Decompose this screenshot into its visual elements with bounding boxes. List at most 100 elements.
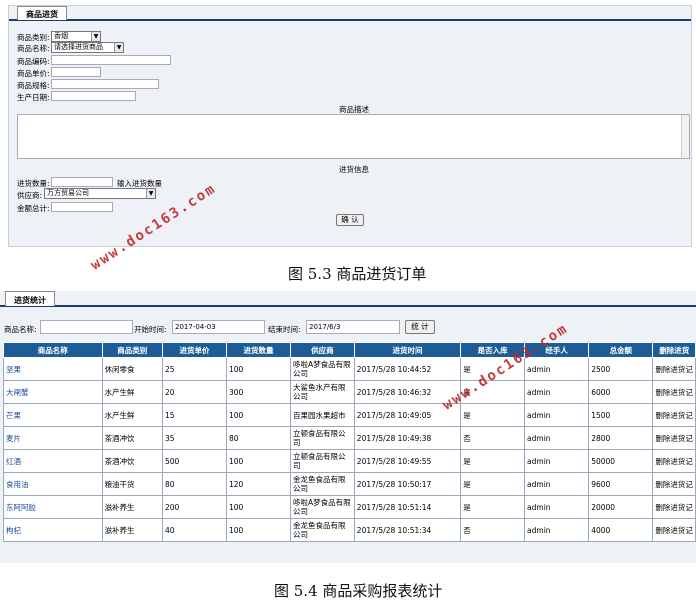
- total-input[interactable]: [51, 202, 113, 212]
- table-cell: 百果园水果超市: [289, 403, 355, 427]
- table-cell: 20000: [588, 495, 654, 519]
- table-row: 红酒 茶酒冲饮 500 100 立顿食品有限公司 2017/5/28 10:49:55 是 a…: [3, 449, 696, 473]
- table-cell: 水产生鲜: [101, 403, 163, 427]
- table-cell: 2800: [588, 426, 654, 450]
- delete-record-link[interactable]: 删除进货记: [652, 403, 696, 427]
- chevron-down-icon: ▼: [91, 32, 100, 41]
- category-label: 商品类别:: [17, 33, 50, 42]
- date-input[interactable]: [51, 91, 136, 101]
- code-input[interactable]: [51, 55, 171, 65]
- table-cell: admin: [524, 380, 590, 404]
- table-row: 坚果 休闲零食 25 100 哆啦A梦食品有限公司 2017/5/28 10:44:52 是…: [3, 357, 696, 381]
- supplier-label: 供应商:: [17, 191, 43, 200]
- table-cell: 100: [225, 403, 291, 427]
- table-cell: 休闲零食: [101, 357, 163, 381]
- table-cell: 立顿食品有限公司: [289, 449, 355, 473]
- table-row: 麦片 茶酒冲饮 35 80 立顿食品有限公司 2017/5/28 10:49:38 否 adm…: [3, 426, 696, 450]
- table-cell: 4000: [588, 518, 654, 542]
- purchase-form-panel: 商品进货 商品类别: 香烟 ▼ 商品名称: 请选择进货商品 ▼ 商品编码: 商品…: [8, 5, 692, 247]
- table-cell: 2017/5/28 10:49:38: [353, 426, 462, 450]
- table-cell: 滋补养生: [101, 518, 163, 542]
- table-cell: 茶酒冲饮: [101, 426, 163, 450]
- table-cell: 水产生鲜: [101, 380, 163, 404]
- end-date-input[interactable]: 2017/6/3: [306, 320, 400, 334]
- confirm-button[interactable]: 确 认: [336, 214, 364, 226]
- category-value: 香烟: [54, 32, 68, 40]
- name-label: 商品名称:: [17, 44, 50, 53]
- table-cell: 大闸蟹: [3, 380, 103, 404]
- category-select[interactable]: 香烟 ▼: [51, 31, 101, 42]
- purchase-stats-panel: 进货统计 商品名称: 开始时间: 2017-04-03 结束时间: 2017/6…: [0, 291, 696, 563]
- supplier-select[interactable]: 万方贸易公司 ▼: [44, 188, 156, 199]
- column-header: 商品类别: [101, 342, 163, 358]
- table-cell: 120: [225, 472, 291, 496]
- purchase-table: 商品名称 商品类别 进货单价 进货数量 供应商 进货时间 是否入库 经手人 总金额 删除进货 坚果…: [3, 342, 696, 542]
- tab-underline: [9, 19, 691, 21]
- table-cell: 否: [460, 518, 526, 542]
- table-cell: 否: [460, 426, 526, 450]
- price-label: 商品单价:: [17, 69, 50, 78]
- tab-underline: [0, 305, 696, 307]
- delete-record-link[interactable]: 删除进货记: [652, 357, 696, 381]
- delete-record-link[interactable]: 删除进货记: [652, 518, 696, 542]
- delete-record-link[interactable]: 删除进货记: [652, 495, 696, 519]
- table-cell: 2500: [588, 357, 654, 381]
- table-cell: 2017/5/28 10:51:34: [353, 518, 462, 542]
- table-cell: 茶酒冲饮: [101, 449, 163, 473]
- table-cell: 100: [225, 495, 291, 519]
- stock-title: 进货信息: [339, 165, 369, 174]
- start-date-input[interactable]: 2017-04-03: [172, 320, 265, 334]
- spec-label: 商品规格:: [17, 81, 50, 90]
- table-row: 大闸蟹 水产生鲜 20 300 大鲨鱼水产有限公司 2017/5/28 10:46:32 是…: [3, 380, 696, 404]
- table-cell: 大鲨鱼水产有限公司: [289, 380, 355, 404]
- table-cell: 80: [161, 472, 227, 496]
- spec-input[interactable]: [51, 79, 159, 89]
- table-cell: admin: [524, 495, 590, 519]
- table-cell: 枸杞: [3, 518, 103, 542]
- table-cell: 立顿食品有限公司: [289, 426, 355, 450]
- table-cell: 40: [161, 518, 227, 542]
- table-cell: admin: [524, 472, 590, 496]
- description-textarea[interactable]: [17, 114, 690, 159]
- table-cell: 滋补养生: [101, 495, 163, 519]
- stats-name-input[interactable]: [40, 320, 133, 334]
- tab-stats[interactable]: 进货统计: [5, 291, 55, 306]
- end-label: 结束时间:: [268, 325, 301, 334]
- scrollbar[interactable]: [681, 115, 689, 158]
- table-cell: 2017/5/28 10:49:55: [353, 449, 462, 473]
- table-cell: 100: [225, 357, 291, 381]
- start-label: 开始时间:: [134, 325, 167, 334]
- table-cell: 2017/5/28 10:51:14: [353, 495, 462, 519]
- table-cell: admin: [524, 518, 590, 542]
- delete-record-link[interactable]: 删除进货记: [652, 472, 696, 496]
- supplier-value: 万方贸易公司: [47, 189, 89, 197]
- stats-name-label: 商品名称:: [4, 325, 37, 334]
- table-cell: 哆啦A梦食品有限公司: [289, 495, 355, 519]
- table-cell: 6000: [588, 380, 654, 404]
- product-select[interactable]: 请选择进货商品 ▼: [51, 42, 124, 53]
- tab-purchase[interactable]: 商品进货: [17, 6, 67, 20]
- table-cell: 芒果: [3, 403, 103, 427]
- table-cell: 红酒: [3, 449, 103, 473]
- table-cell: admin: [524, 403, 590, 427]
- table-cell: 哆啦A梦食品有限公司: [289, 357, 355, 381]
- table-cell: 15: [161, 403, 227, 427]
- delete-record-link[interactable]: 删除进货记: [652, 380, 696, 404]
- table-cell: 2017/5/28 10:50:17: [353, 472, 462, 496]
- delete-record-link[interactable]: 删除进货记: [652, 426, 696, 450]
- table-cell: 100: [225, 518, 291, 542]
- delete-record-link[interactable]: 删除进货记: [652, 449, 696, 473]
- table-cell: 食用油: [3, 472, 103, 496]
- qty-input[interactable]: [51, 177, 113, 187]
- column-header: 进货单价: [161, 342, 227, 358]
- stats-button[interactable]: 统 计: [405, 320, 435, 334]
- column-header: 总金额: [588, 342, 654, 358]
- table-cell: admin: [524, 357, 590, 381]
- column-header: 进货数量: [225, 342, 291, 358]
- caption-figure-5-3: 图 5.3 商品进货订单: [288, 265, 427, 283]
- table-cell: 80: [225, 426, 291, 450]
- table-cell: 25: [161, 357, 227, 381]
- table-cell: 粮油干货: [101, 472, 163, 496]
- column-header: 商品名称: [3, 342, 103, 358]
- price-input[interactable]: [51, 67, 101, 77]
